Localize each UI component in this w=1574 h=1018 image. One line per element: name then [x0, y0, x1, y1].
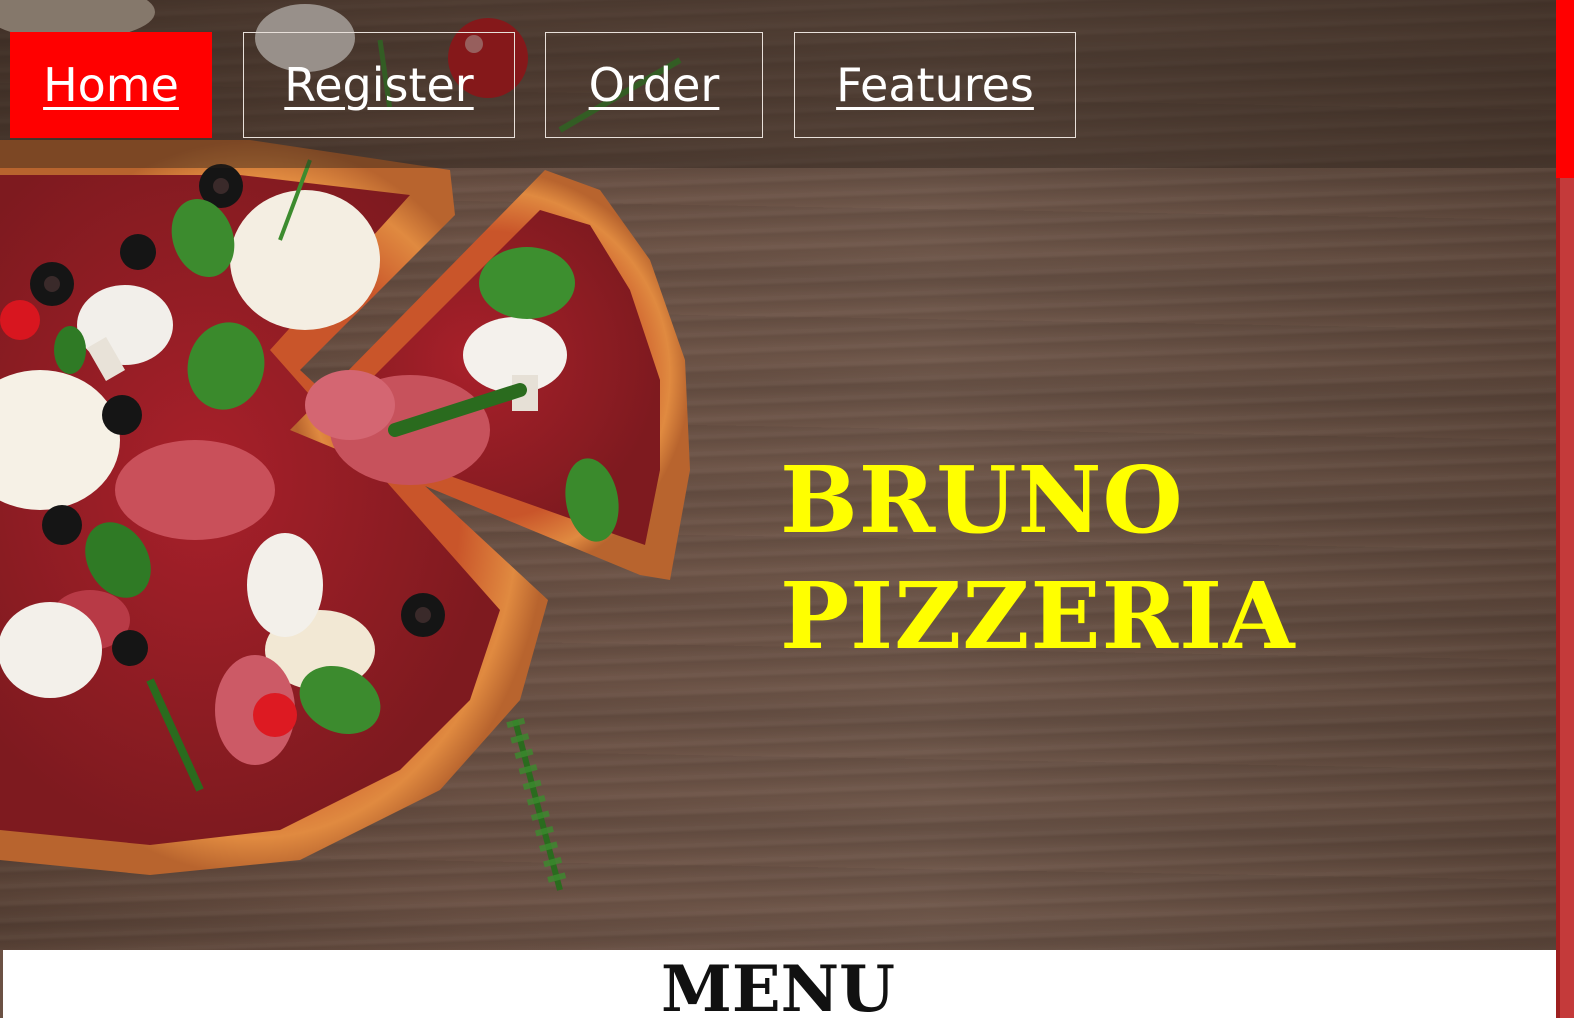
brand-line-1: BRUNO [780, 446, 1184, 554]
brand-title: BRUNO PIZZERIA [780, 442, 1296, 674]
brand-line-2: PIZZERIA [780, 562, 1296, 670]
nav-register-link[interactable]: Register [243, 32, 515, 138]
menu-heading: MENU [661, 952, 895, 1018]
nav-features-link[interactable]: Features [794, 32, 1076, 138]
nav-order-link[interactable]: Order [545, 32, 763, 138]
scrollbar-accent [1556, 0, 1574, 178]
nav-home-link[interactable]: Home [10, 32, 212, 138]
page: Home Register Order Features BRUNO PIZZE… [0, 0, 1574, 1018]
navigation-bar [0, 0, 1556, 168]
page-edge-accent [1556, 178, 1574, 1018]
